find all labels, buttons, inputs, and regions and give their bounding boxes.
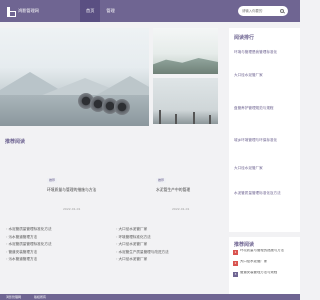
search-icon[interactable]: [280, 9, 284, 13]
reading-rank-title: 阅读排行: [234, 35, 255, 41]
rank-item[interactable]: 大口径水泥管厂家: [229, 166, 297, 171]
sidebar-recommend-text[interactable]: 管道安装管理方法与规程: [240, 271, 277, 279]
sidebar-recommend-item[interactable]: 2 大口径水泥管厂家: [229, 260, 300, 271]
list-item[interactable]: 大口径水泥管厂家: [116, 256, 224, 264]
rank-item[interactable]: 大口径水泥管厂家: [229, 73, 297, 78]
list-item[interactable]: 管道安装管理方法: [6, 249, 110, 257]
recommend-card[interactable]: 推荐 水泥管生产中的管理 2022-01-01: [156, 177, 226, 219]
recommend-list-left: 水泥管质量管理标准化方法 污水管道管理方法 水泥管质量管理标准化方法 管道安装管…: [6, 226, 110, 264]
search-input[interactable]: [242, 9, 278, 13]
list-item[interactable]: 大口径水泥管厂家: [116, 241, 224, 249]
rank-item[interactable]: 盘管养护管理规范与规程: [229, 106, 297, 111]
rank-number-badge: 2: [233, 261, 238, 266]
footer-site-name: 鸿影管理网: [6, 295, 22, 299]
reading-rank-panel: 阅读排行 环境与管理是我管理标准化 大口径水泥管厂家 盘管养护管理规范与规程 城…: [229, 28, 300, 232]
sidebar-recommend-item[interactable]: 1 环境质量与管理的措施与方法: [229, 249, 300, 260]
footer-bar: 鸿影管理网 版权所有: [0, 294, 300, 300]
search-box: [238, 6, 288, 16]
sidebar-recommend-title: 推荐阅读: [234, 242, 255, 248]
recommend-list-right: 大口径水泥管厂家 环境管理标准化方法 大口径水泥管厂家 水泥管生产质量管理与改进…: [116, 226, 224, 264]
list-item[interactable]: 水泥管生产质量管理与改进方法: [116, 249, 224, 257]
rank-number-badge: 1: [233, 250, 238, 255]
card-title[interactable]: 环境质量与管理的措施与方法: [47, 187, 117, 193]
recommend-card[interactable]: 推荐 环境质量与管理的措施与方法 2022-01-01: [47, 177, 117, 219]
feature-image-top[interactable]: [153, 28, 218, 74]
footer-copyright: 版权所有: [34, 295, 47, 299]
main-nav: 首页 管理: [80, 0, 121, 22]
card-date: 2022-01-01: [63, 206, 81, 211]
sidebar-recommend-panel: 推荐阅读 1 环境质量与管理的措施与方法 2 大口径水泥管厂家 3 管道安装管理…: [229, 237, 300, 300]
feature-image-bottom[interactable]: [153, 78, 218, 124]
rank-item[interactable]: 水泥管质量管理标准化及方法: [229, 191, 297, 196]
site-logo[interactable]: 鸿影管理网: [6, 4, 39, 18]
logo-icon: [6, 5, 17, 18]
nav-item-home[interactable]: 首页: [80, 0, 101, 22]
card-tag: 推荐: [47, 177, 58, 183]
top-navigation-bar: 鸿影管理网 首页 管理: [0, 0, 300, 22]
rank-item[interactable]: 环境与管理是我管理标准化: [229, 50, 297, 55]
rank-number-badge: 3: [233, 272, 238, 277]
logo-text: 鸿影管理网: [18, 8, 39, 13]
card-tag: 推荐: [156, 177, 167, 183]
sidebar-recommend-text[interactable]: 环境质量与管理的措施与方法: [240, 249, 284, 257]
recommend-section-title: 推荐阅读: [5, 139, 26, 145]
rank-item[interactable]: 城乡环境管理与环保标准化: [229, 138, 297, 143]
list-item[interactable]: 污水管道管理方法: [6, 234, 110, 242]
nav-item-management[interactable]: 管理: [100, 0, 120, 22]
list-item[interactable]: 污水管道管理方法: [6, 256, 110, 264]
list-item[interactable]: 水泥管质量管理标准化方法: [6, 241, 110, 249]
sidebar-recommend-text[interactable]: 大口径水泥管厂家: [240, 260, 267, 268]
hero-banner-image[interactable]: [0, 28, 149, 126]
list-item[interactable]: 水泥管质量管理标准化方法: [6, 226, 110, 234]
card-title[interactable]: 水泥管生产中的管理: [156, 187, 226, 193]
card-date: 2022-01-01: [172, 206, 190, 211]
list-item[interactable]: 大口径水泥管厂家: [116, 226, 224, 234]
list-item[interactable]: 环境管理标准化方法: [116, 234, 224, 242]
sidebar-recommend-item[interactable]: 3 管道安装管理方法与规程: [229, 271, 300, 282]
